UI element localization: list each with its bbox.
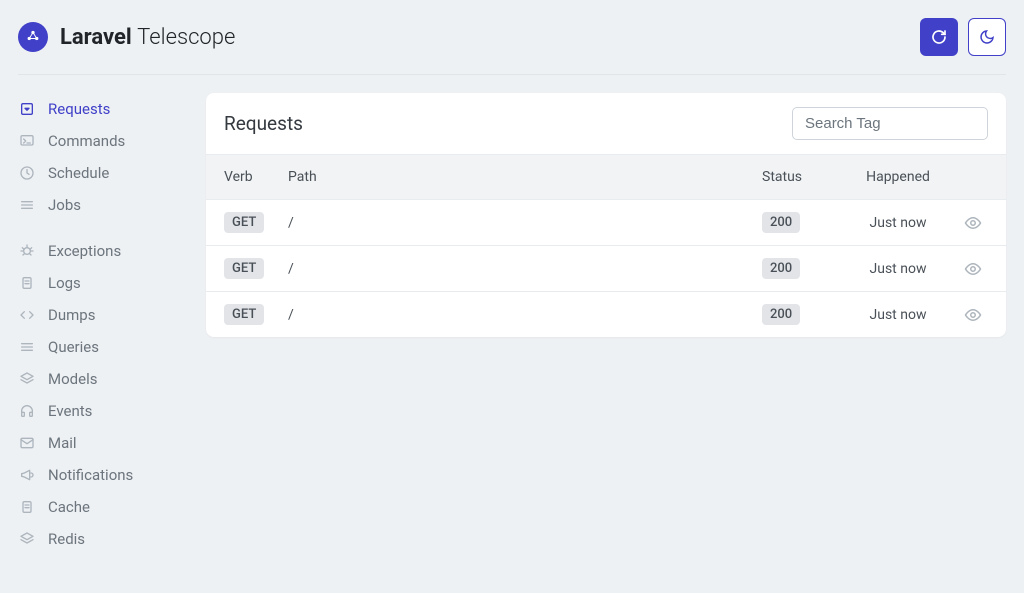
list-icon xyxy=(18,338,36,356)
sidebar-item-schedule[interactable]: Schedule xyxy=(18,157,188,189)
refresh-button[interactable] xyxy=(920,18,958,56)
verb-badge: GET xyxy=(224,212,264,233)
col-verb-header: Verb xyxy=(224,169,288,185)
moon-icon xyxy=(979,29,995,45)
sidebar-item-redis[interactable]: Redis xyxy=(18,523,188,555)
view-icon[interactable] xyxy=(964,260,982,278)
header-actions xyxy=(920,18,1006,56)
sidebar-item-events[interactable]: Events xyxy=(18,395,188,427)
sidebar-item-cache[interactable]: Cache xyxy=(18,491,188,523)
search-input[interactable] xyxy=(792,107,988,140)
headphones-icon xyxy=(18,402,36,420)
path-cell: / xyxy=(288,261,762,277)
refresh-icon xyxy=(931,29,947,45)
view-icon[interactable] xyxy=(964,214,982,232)
brand-title: Laravel Telescope xyxy=(60,25,235,50)
theme-toggle-button[interactable] xyxy=(968,18,1006,56)
card-header: Requests xyxy=(206,93,1006,154)
status-badge: 200 xyxy=(762,304,800,325)
brand: Laravel Telescope xyxy=(18,22,235,52)
col-status-header: Status xyxy=(762,169,838,185)
request-icon xyxy=(18,100,36,118)
layers-icon xyxy=(18,370,36,388)
clock-icon xyxy=(18,164,36,182)
sidebar-item-exceptions[interactable]: Exceptions xyxy=(18,235,188,267)
path-cell: / xyxy=(288,215,762,231)
terminal-icon xyxy=(18,132,36,150)
sidebar-item-label: Redis xyxy=(48,530,85,548)
sidebar-item-requests[interactable]: Requests xyxy=(18,93,188,125)
status-badge: 200 xyxy=(762,212,800,233)
verb-badge: GET xyxy=(224,304,264,325)
table-row: GET /200 Just now xyxy=(206,200,1006,246)
sidebar-item-label: Requests xyxy=(48,100,110,118)
happened-cell: Just now xyxy=(838,261,958,277)
telescope-logo-icon xyxy=(18,22,48,52)
bug-icon xyxy=(18,242,36,260)
happened-cell: Just now xyxy=(838,307,958,323)
main-content: Requests Verb Path Status Happened GET/2… xyxy=(206,93,1006,569)
sidebar-item-label: Events xyxy=(48,402,92,420)
sidebar-item-label: Logs xyxy=(48,274,81,292)
sidebar-item-label: Queries xyxy=(48,338,99,356)
sidebar-item-label: Notifications xyxy=(48,466,133,484)
table-row: GET /200 Just now xyxy=(206,246,1006,292)
col-happened-header: Happened xyxy=(838,169,958,185)
verb-badge: GET xyxy=(224,258,264,279)
table-header: Verb Path Status Happened xyxy=(206,154,1006,200)
sidebar-item-notifications[interactable]: Notifications xyxy=(18,459,188,491)
header: Laravel Telescope xyxy=(18,18,1006,75)
bullhorn-icon xyxy=(18,466,36,484)
table-body: GET/200Just nowGET/200Just nowGET/200Jus… xyxy=(206,200,1006,337)
sidebar-item-label: Models xyxy=(48,370,97,388)
code-icon xyxy=(18,306,36,324)
sidebar-item-label: Jobs xyxy=(48,196,81,214)
sidebar: Requests Commands Schedule Jobs Exceptions Lo… xyxy=(18,93,188,569)
sidebar-item-logs[interactable]: Logs xyxy=(18,267,188,299)
sidebar-item-label: Dumps xyxy=(48,306,95,324)
requests-card: Requests Verb Path Status Happened GET/2… xyxy=(206,93,1006,337)
list-icon xyxy=(18,196,36,214)
sidebar-item-dumps[interactable]: Dumps xyxy=(18,299,188,331)
sidebar-item-label: Commands xyxy=(48,132,125,150)
clipboard-icon xyxy=(18,274,36,292)
happened-cell: Just now xyxy=(838,215,958,231)
view-icon[interactable] xyxy=(964,306,982,324)
clipboard-icon xyxy=(18,498,36,516)
sidebar-item-jobs[interactable]: Jobs xyxy=(18,189,188,221)
sidebar-item-label: Mail xyxy=(48,434,77,452)
status-badge: 200 xyxy=(762,258,800,279)
sidebar-item-models[interactable]: Models xyxy=(18,363,188,395)
sidebar-item-label: Cache xyxy=(48,498,90,516)
sidebar-item-label: Schedule xyxy=(48,164,109,182)
page-title: Requests xyxy=(224,112,303,135)
col-path-header: Path xyxy=(288,169,762,185)
sidebar-item-label: Exceptions xyxy=(48,242,121,260)
sidebar-item-mail[interactable]: Mail xyxy=(18,427,188,459)
path-cell: / xyxy=(288,307,762,323)
sidebar-item-queries[interactable]: Queries xyxy=(18,331,188,363)
layers-icon xyxy=(18,530,36,548)
table-row: GET /200 Just now xyxy=(206,292,1006,337)
sidebar-item-commands[interactable]: Commands xyxy=(18,125,188,157)
mail-icon xyxy=(18,434,36,452)
